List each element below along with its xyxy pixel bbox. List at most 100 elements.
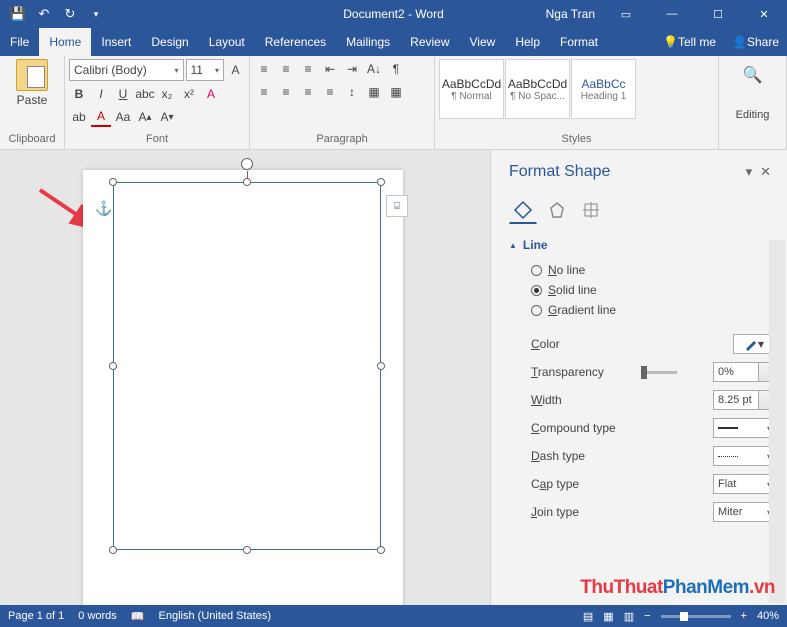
- resize-handle-bl[interactable]: [109, 546, 117, 554]
- maximize-button[interactable]: ☐: [695, 0, 741, 28]
- underline-button[interactable]: U: [113, 84, 133, 104]
- italic-button[interactable]: I: [91, 84, 111, 104]
- tell-me[interactable]: 💡 Tell me: [655, 28, 724, 56]
- line-spacing[interactable]: ↕: [342, 82, 362, 102]
- view-web[interactable]: ▥: [624, 610, 634, 623]
- borders-button[interactable]: ▦: [386, 82, 406, 102]
- shape-rectangle[interactable]: ⌸: [113, 182, 381, 550]
- font-size-combo[interactable]: 11▾: [186, 59, 225, 81]
- pane-tab-fill[interactable]: [509, 196, 537, 224]
- pane-tab-effects[interactable]: [543, 196, 571, 224]
- resize-handle-tr[interactable]: [377, 178, 385, 186]
- align-right[interactable]: ≡: [298, 82, 318, 102]
- line-section-header[interactable]: ▲Line: [509, 238, 775, 252]
- dash-label: Dash type: [531, 449, 641, 463]
- bullets-button[interactable]: ≡: [254, 59, 274, 79]
- rotate-handle[interactable]: [241, 158, 253, 170]
- qat-customize[interactable]: ▾: [84, 2, 108, 26]
- pane-close-button[interactable]: ✕: [756, 160, 775, 184]
- tab-file[interactable]: File: [0, 28, 39, 56]
- view-read[interactable]: ▤: [583, 610, 593, 623]
- save-button[interactable]: 💾: [6, 2, 30, 26]
- find-icon[interactable]: 🔍: [723, 59, 782, 85]
- undo-button[interactable]: ↶: [32, 2, 56, 26]
- align-left[interactable]: ≡: [254, 82, 274, 102]
- clear-format-button[interactable]: A: [201, 84, 221, 104]
- dash-dropdown[interactable]: [713, 446, 775, 466]
- tab-insert[interactable]: Insert: [91, 28, 141, 56]
- user-name[interactable]: Nga Tran: [538, 7, 603, 21]
- pane-tab-layout[interactable]: [577, 196, 605, 224]
- close-button[interactable]: ✕: [741, 0, 787, 28]
- numbering-button[interactable]: ≡: [276, 59, 296, 79]
- sort-button[interactable]: A↓: [364, 59, 384, 79]
- font-name-combo[interactable]: Calibri (Body)▾: [69, 59, 184, 81]
- zoom-level[interactable]: 40%: [757, 610, 779, 622]
- cap-dropdown[interactable]: Flat: [713, 474, 775, 494]
- tab-view[interactable]: View: [460, 28, 506, 56]
- tab-layout[interactable]: Layout: [199, 28, 255, 56]
- radio-gradient-line[interactable]: Gradient line: [509, 300, 775, 320]
- tab-format[interactable]: Format: [550, 28, 608, 56]
- style-nospacing[interactable]: AaBbCcDd¶ No Spac...: [505, 59, 570, 119]
- superscript-button[interactable]: x²: [179, 84, 199, 104]
- pane-scrollbar[interactable]: [769, 240, 785, 603]
- grow-font2[interactable]: A▴: [135, 107, 155, 127]
- resize-handle-b[interactable]: [243, 546, 251, 554]
- tab-design[interactable]: Design: [141, 28, 198, 56]
- pane-options-button[interactable]: ▾: [742, 160, 757, 184]
- style-normal[interactable]: AaBbCcDd¶ Normal: [439, 59, 504, 119]
- align-center[interactable]: ≡: [276, 82, 296, 102]
- layout-options-button[interactable]: ⌸: [386, 195, 408, 217]
- bold-button[interactable]: B: [69, 84, 89, 104]
- share-button[interactable]: 👤 Share: [724, 28, 787, 56]
- resize-handle-r[interactable]: [377, 362, 385, 370]
- tab-references[interactable]: References: [255, 28, 336, 56]
- word-count[interactable]: 0 words: [78, 610, 117, 622]
- change-case-button[interactable]: Aa: [113, 107, 133, 127]
- grow-font-button[interactable]: A: [226, 60, 245, 80]
- tab-mailings[interactable]: Mailings: [336, 28, 400, 56]
- tab-review[interactable]: Review: [400, 28, 459, 56]
- radio-no-line[interactable]: No line: [509, 260, 775, 280]
- tab-home[interactable]: Home: [39, 28, 91, 56]
- transparency-input[interactable]: 0%: [713, 362, 775, 382]
- width-input[interactable]: 8.25 pt: [713, 390, 775, 410]
- font-color-button[interactable]: A: [91, 107, 111, 127]
- decrease-indent[interactable]: ⇤: [320, 59, 340, 79]
- redo-button[interactable]: ↻: [58, 2, 82, 26]
- tab-help[interactable]: Help: [505, 28, 550, 56]
- compound-dropdown[interactable]: [713, 418, 775, 438]
- style-heading1[interactable]: AaBbCcHeading 1: [571, 59, 636, 119]
- show-marks-button[interactable]: ¶: [386, 59, 406, 79]
- justify[interactable]: ≡: [320, 82, 340, 102]
- shrink-font[interactable]: A▾: [157, 107, 177, 127]
- strike-button[interactable]: abc: [135, 84, 155, 104]
- shading-button[interactable]: ▦: [364, 82, 384, 102]
- resize-handle-tl[interactable]: [109, 178, 117, 186]
- paste-button[interactable]: Paste: [4, 59, 60, 107]
- zoom-slider[interactable]: [661, 615, 731, 618]
- highlight-button[interactable]: ab: [69, 107, 89, 127]
- language[interactable]: English (United States): [159, 610, 272, 622]
- multilevel-button[interactable]: ≡: [298, 59, 318, 79]
- transparency-slider[interactable]: [641, 371, 677, 374]
- resize-handle-t[interactable]: [243, 178, 251, 186]
- page[interactable]: ⚓ ⌸: [83, 170, 403, 605]
- document-area[interactable]: ⚓ ⌸: [0, 150, 490, 605]
- resize-handle-br[interactable]: [377, 546, 385, 554]
- radio-solid-line[interactable]: Solid line: [509, 280, 775, 300]
- resize-handle-l[interactable]: [109, 362, 117, 370]
- zoom-out[interactable]: −: [644, 610, 650, 622]
- page-count[interactable]: Page 1 of 1: [8, 610, 64, 622]
- subscript-button[interactable]: x₂: [157, 84, 177, 104]
- ribbon-display-button[interactable]: ▭: [603, 0, 649, 28]
- view-print[interactable]: ▦: [603, 610, 613, 623]
- styles-gallery[interactable]: AaBbCcDd¶ Normal AaBbCcDd¶ No Spac... Aa…: [439, 59, 714, 119]
- zoom-in[interactable]: +: [741, 610, 747, 622]
- spell-icon[interactable]: 📖: [131, 610, 145, 623]
- editing-label[interactable]: Editing: [723, 109, 782, 121]
- minimize-button[interactable]: ―: [649, 0, 695, 28]
- join-dropdown[interactable]: Miter: [713, 502, 775, 522]
- increase-indent[interactable]: ⇥: [342, 59, 362, 79]
